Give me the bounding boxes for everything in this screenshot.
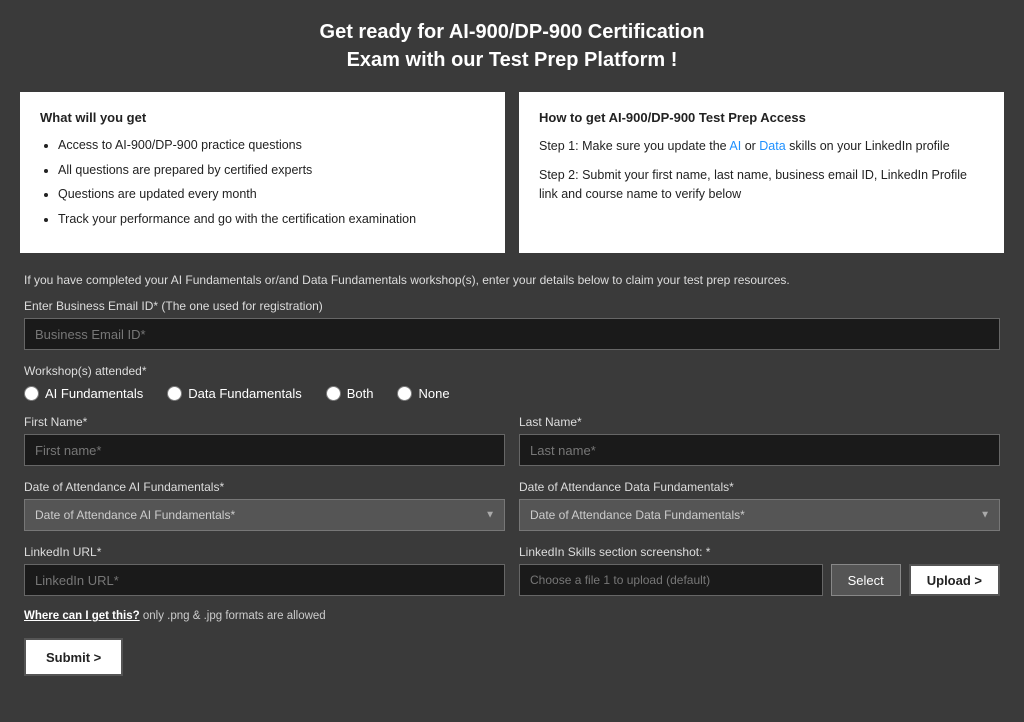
step2: Step 2: Submit your first name, last nam… — [539, 166, 984, 204]
radio-none-label: None — [418, 386, 449, 401]
right-card: How to get AI-900/DP-900 Test Prep Acces… — [519, 92, 1004, 253]
left-card-title: What will you get — [40, 110, 485, 125]
last-name-col: Last Name* — [519, 415, 1000, 466]
radio-data-fundamentals[interactable]: Data Fundamentals — [167, 386, 301, 401]
step1-middle: or — [741, 139, 759, 153]
right-card-title: How to get AI-900/DP-900 Test Prep Acces… — [539, 110, 984, 125]
step1-prefix: Step 1: Make sure you update the — [539, 139, 729, 153]
last-name-input[interactable] — [519, 434, 1000, 466]
intro-text: If you have completed your AI Fundamenta… — [24, 271, 1000, 289]
main-title: Get ready for AI-900/DP-900 Certificatio… — [20, 18, 1004, 74]
upload-button[interactable]: Upload > — [909, 564, 1000, 596]
linkedin-url-col: LinkedIn URL* — [24, 545, 505, 596]
screenshot-col: LinkedIn Skills section screenshot: * Ch… — [519, 545, 1000, 596]
file-placeholder-text: Choose a file 1 to upload (default) — [530, 573, 710, 587]
radio-both-input[interactable] — [326, 386, 341, 401]
date-ai-select[interactable]: Date of Attendance AI Fundamentals* — [24, 499, 505, 531]
first-name-label: First Name* — [24, 415, 505, 429]
linkedin-row: LinkedIn URL* LinkedIn Skills section sc… — [24, 545, 1000, 596]
date-ai-col: Date of Attendance AI Fundamentals* Date… — [24, 480, 505, 531]
date-data-col: Date of Attendance Data Fundamentals* Da… — [519, 480, 1000, 531]
radio-ai-label: AI Fundamentals — [45, 386, 143, 401]
title-line1: Get ready for AI-900/DP-900 Certificatio… — [20, 18, 1004, 46]
submit-button[interactable]: Submit > — [24, 638, 123, 676]
radio-both[interactable]: Both — [326, 386, 374, 401]
bottom-row: Submit > — [24, 638, 1000, 676]
date-data-wrapper: Date of Attendance Data Fundamentals* — [519, 499, 1000, 531]
hint-suffix-text: only .png & .jpg formats are allowed — [140, 610, 326, 622]
radio-none[interactable]: None — [397, 386, 449, 401]
workshops-section: Workshop(s) attended* AI Fundamentals Da… — [24, 364, 1000, 401]
radio-group: AI Fundamentals Data Fundamentals Both N… — [24, 386, 1000, 401]
left-card: What will you get Access to AI-900/DP-90… — [20, 92, 505, 253]
first-name-input[interactable] — [24, 434, 505, 466]
email-label: Enter Business Email ID* (The one used f… — [24, 299, 1000, 313]
radio-none-input[interactable] — [397, 386, 412, 401]
page-wrapper: Get ready for AI-900/DP-900 Certificatio… — [0, 0, 1024, 706]
screenshot-label: LinkedIn Skills section screenshot: * — [519, 545, 1000, 559]
date-ai-wrapper: Date of Attendance AI Fundamentals* — [24, 499, 505, 531]
file-input-display: Choose a file 1 to upload (default) — [519, 564, 823, 596]
select-button[interactable]: Select — [831, 564, 901, 596]
step1-data-link[interactable]: Data — [759, 139, 785, 153]
file-upload-row: Choose a file 1 to upload (default) Sele… — [519, 564, 1000, 596]
radio-data-label: Data Fundamentals — [188, 386, 301, 401]
date-data-select[interactable]: Date of Attendance Data Fundamentals* — [519, 499, 1000, 531]
radio-both-label: Both — [347, 386, 374, 401]
linkedin-url-input[interactable] — [24, 564, 505, 596]
step1: Step 1: Make sure you update the AI or D… — [539, 137, 984, 156]
step1-suffix: skills on your LinkedIn profile — [786, 139, 950, 153]
bullet-3: Questions are updated every month — [58, 186, 485, 204]
bullet-1: Access to AI-900/DP-900 practice questio… — [58, 137, 485, 155]
title-line2: Exam with our Test Prep Platform ! — [20, 46, 1004, 74]
bullet-2: All questions are prepared by certified … — [58, 162, 485, 180]
linkedin-url-label: LinkedIn URL* — [24, 545, 505, 559]
form-section: If you have completed your AI Fundamenta… — [20, 271, 1004, 676]
bullet-4: Track your performance and go with the c… — [58, 211, 485, 229]
email-input[interactable] — [24, 318, 1000, 350]
date-ai-label: Date of Attendance AI Fundamentals* — [24, 480, 505, 494]
email-row: Enter Business Email ID* (The one used f… — [24, 299, 1000, 350]
radio-ai-input[interactable] — [24, 386, 39, 401]
step1-ai-link[interactable]: AI — [729, 139, 741, 153]
last-name-label: Last Name* — [519, 415, 1000, 429]
screenshot-hint: Where can I get this? only .png & .jpg f… — [24, 610, 1000, 622]
left-card-bullets: Access to AI-900/DP-900 practice questio… — [40, 137, 485, 228]
radio-data-input[interactable] — [167, 386, 182, 401]
where-can-i-get-link[interactable]: Where can I get this? — [24, 610, 140, 622]
name-row: First Name* Last Name* — [24, 415, 1000, 466]
workshops-label: Workshop(s) attended* — [24, 364, 1000, 378]
radio-ai-fundamentals[interactable]: AI Fundamentals — [24, 386, 143, 401]
first-name-col: First Name* — [24, 415, 505, 466]
date-row: Date of Attendance AI Fundamentals* Date… — [24, 480, 1000, 531]
cards-row: What will you get Access to AI-900/DP-90… — [20, 92, 1004, 253]
date-data-label: Date of Attendance Data Fundamentals* — [519, 480, 1000, 494]
